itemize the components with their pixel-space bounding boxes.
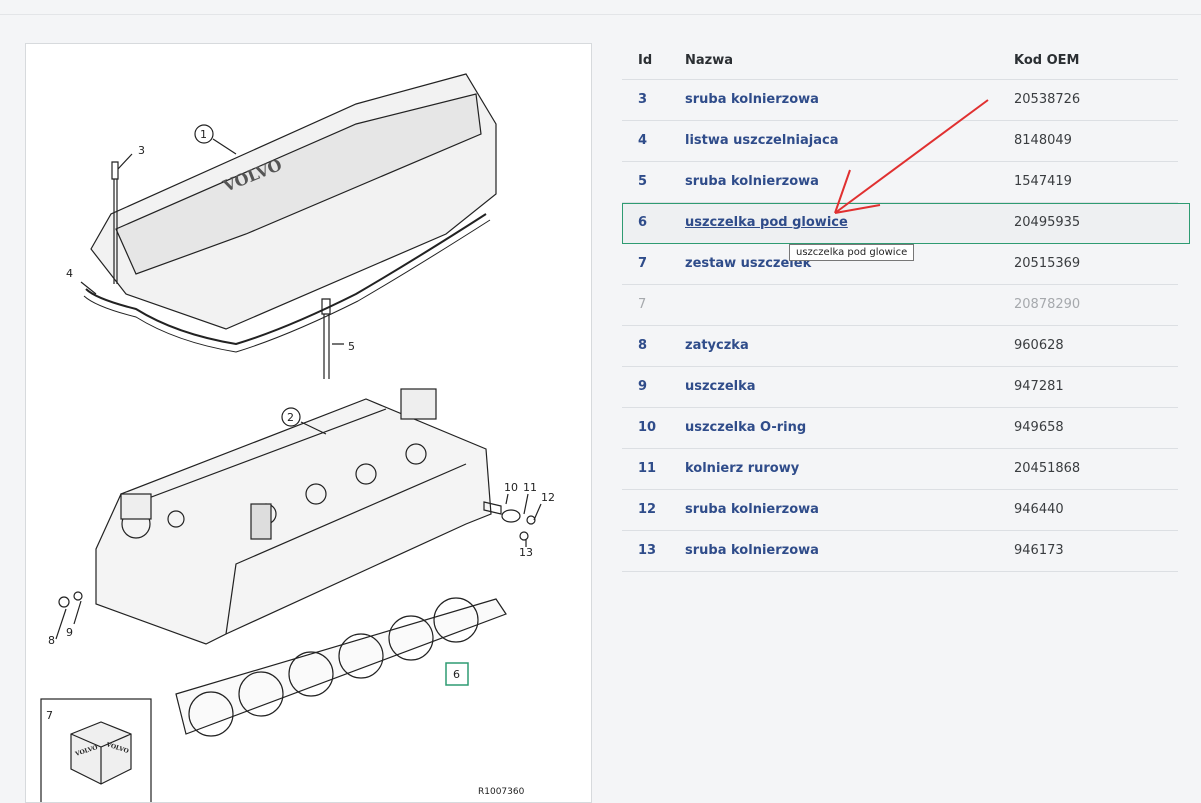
row-code: 960628	[1014, 338, 1064, 353]
row-id: 6	[638, 215, 648, 230]
row-name[interactable]: zatyczka	[685, 338, 749, 353]
top-divider	[0, 14, 1201, 15]
row-code: 20878290	[1014, 297, 1081, 312]
row-code: 947281	[1014, 379, 1064, 394]
row-id: 10	[638, 420, 657, 435]
table-header: Id Nazwa Kod OEM	[622, 43, 1178, 80]
row-id: 5	[638, 174, 648, 189]
header-code: Kod OEM	[1014, 53, 1080, 68]
row-name[interactable]: sruba kolnierzowa	[685, 174, 819, 189]
row-code: 8148049	[1014, 133, 1072, 148]
header-id: Id	[638, 53, 653, 68]
parts-diagram[interactable]: 1 2 3 4 5 6 7 8 9 10 11 12 13 VOLVO VOLV…	[25, 43, 592, 803]
row-name[interactable]: uszczelka O-ring	[685, 420, 806, 435]
callout-11[interactable]: 11	[523, 481, 537, 494]
row-name[interactable]: listwa uszczelniajaca	[685, 133, 838, 148]
table-row[interactable]: 13 sruba kolnierzowa 946173	[622, 531, 1178, 572]
row-name[interactable]: sruba kolnierzowa	[685, 502, 819, 517]
row-code: 1547419	[1014, 174, 1072, 189]
row-name[interactable]: sruba kolnierzowa	[685, 92, 819, 107]
row-id: 3	[638, 92, 648, 107]
row-id: 13	[638, 543, 657, 558]
row-code: 20495935	[1014, 215, 1081, 230]
callout-1[interactable]: 1	[200, 128, 207, 141]
callout-12[interactable]: 12	[541, 491, 555, 504]
table-row[interactable]: 8 zatyczka 960628	[622, 326, 1178, 367]
table-row[interactable]: 7 20878290	[622, 285, 1178, 326]
row-id: 7	[638, 297, 647, 312]
row-id: 12	[638, 502, 657, 517]
callout-2[interactable]: 2	[287, 411, 294, 424]
callout-4[interactable]: 4	[66, 267, 73, 280]
row-name[interactable]: sruba kolnierzowa	[685, 543, 819, 558]
row-id: 8	[638, 338, 648, 353]
red-annotation-arrow	[834, 99, 989, 214]
row-name[interactable]: uszczelka	[685, 379, 756, 394]
callout-6[interactable]: 6	[453, 668, 460, 681]
header-name: Nazwa	[685, 53, 734, 68]
table-row[interactable]: 9 uszczelka 947281	[622, 367, 1178, 408]
row-code: 946440	[1014, 502, 1064, 517]
callout-9[interactable]: 9	[66, 626, 73, 639]
table-row[interactable]: 10 uszczelka O-ring 949658	[622, 408, 1178, 449]
callout-13[interactable]: 13	[519, 546, 533, 559]
callout-8[interactable]: 8	[48, 634, 55, 647]
row-id: 11	[638, 461, 657, 476]
callout-10[interactable]: 10	[504, 481, 518, 494]
row-id: 7	[638, 256, 648, 271]
callout-5[interactable]: 5	[348, 340, 355, 353]
row-code: 20451868	[1014, 461, 1081, 476]
tooltip: uszczelka pod glowice	[789, 244, 915, 261]
table-row[interactable]: 12 sruba kolnierzowa 946440	[622, 490, 1178, 531]
row-code: 949658	[1014, 420, 1064, 435]
row-id: 4	[638, 133, 648, 148]
exploded-view-drawing: 1 2 3 4 5 6 7 8 9 10 11 12 13 VOLVO VOLV…	[40, 73, 555, 802]
row-code: 946173	[1014, 543, 1064, 558]
row-code: 20515369	[1014, 256, 1081, 271]
drawing-code: R1007360	[478, 787, 525, 797]
callout-7[interactable]: 7	[46, 709, 53, 722]
row-id: 9	[638, 379, 648, 394]
row-name[interactable]: kolnierz rurowy	[685, 461, 799, 476]
row-code: 20538726	[1014, 92, 1081, 107]
callout-3[interactable]: 3	[138, 144, 145, 157]
table-row[interactable]: 11 kolnierz rurowy 20451868	[622, 449, 1178, 490]
